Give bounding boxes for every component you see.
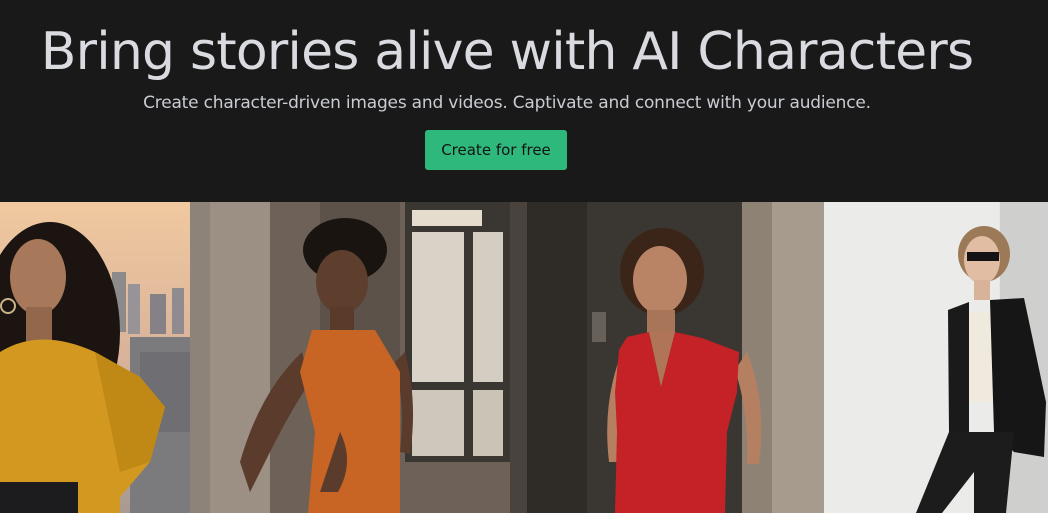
hero-subheadline: Create character-driven images and video… xyxy=(143,93,871,113)
character-gallery xyxy=(0,202,1048,513)
woman-red-dress-photo xyxy=(527,202,824,513)
create-for-free-button[interactable]: Create for free xyxy=(425,130,567,170)
woman-yellow-sweater-photo xyxy=(0,202,190,513)
hero-headline: Bring stories alive with AI Characters xyxy=(40,22,974,82)
woman-black-suit-photo xyxy=(824,202,1048,513)
woman-orange-knit-dress-photo xyxy=(190,202,527,513)
hero-section: Bring stories alive with AI Characters C… xyxy=(0,0,1048,202)
